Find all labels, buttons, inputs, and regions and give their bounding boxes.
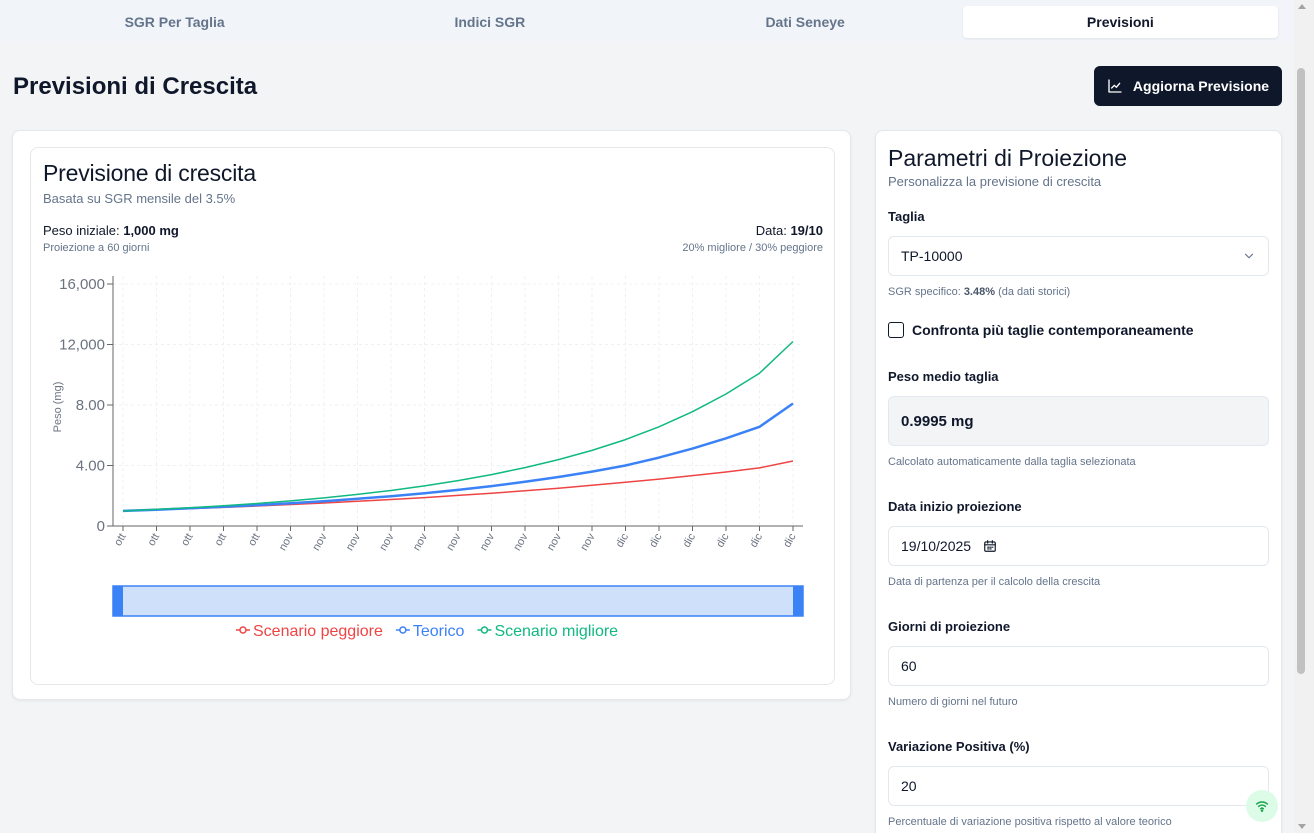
y-axis-label: Peso (mg) [52,382,64,433]
tab-indici-sgr[interactable]: Indici SGR [332,6,647,38]
taglia-select[interactable]: TP-10000 [888,236,1269,276]
compare-sizes-row[interactable]: Confronta più taglie contemporaneamente [888,322,1194,338]
wifi-icon [1255,801,1269,812]
data-inizio-input[interactable]: 19/10/2025 [888,526,1269,566]
chevron-down-icon [1244,253,1254,259]
y-tick-label: 0 [97,518,105,535]
sgr-suffix: (da dati storici) [995,286,1071,298]
x-tick-label: nov [411,531,431,553]
sgr-prefix: SGR specifico: [888,286,964,298]
giorni-help: Numero di giorni nel futuro [888,696,1018,708]
params-subtitle: Personalizza la previsione di crescita [888,174,1102,189]
legend-swatch-dot [239,626,247,634]
y-tick-label: 12,000 [59,337,105,354]
forecast-card: Previsione di crescita Basata su SGR men… [12,130,851,700]
x-tick-label: nov [511,531,531,553]
line-chart-icon [1108,79,1122,93]
page-title: Previsioni di Crescita [13,73,258,100]
x-tick-label: ott [146,532,163,549]
peso-medio-field: 0.9995 mg [888,396,1269,446]
data-inizio-label: Data inizio proiezione [888,499,1022,514]
x-tick-label: nov [478,531,498,553]
taglia-label: Taglia [888,209,925,224]
scroll-down-arrow-icon[interactable] [1298,824,1306,829]
connection-status-badge[interactable] [1246,790,1278,822]
tab-sgr-per-taglia[interactable]: SGR Per Taglia [17,6,332,38]
x-tick-label: dic [748,531,766,550]
scroll-thumb[interactable] [1297,68,1305,674]
x-tick-label: nov [310,531,330,553]
y-tick-label: 16,000 [59,276,105,293]
params-title: Parametri di Proiezione [888,145,1128,171]
x-tick-label: dic [681,531,699,550]
growth-line-chart: 04.008.0012,00016,000Peso (mg)ott ott ott o… [52,276,804,640]
scroll-up-arrow-icon[interactable] [1298,4,1306,9]
x-tick-label: dic [714,531,732,550]
zoom-brush-handle-right[interactable] [793,586,803,616]
x-tick-label: dic [614,531,632,550]
x-tick-label: nov [444,531,464,553]
variazione-input[interactable]: 20 [888,766,1269,806]
x-tick-label: nov [277,531,297,553]
y-tick-label: 4.00 [76,458,105,475]
page-scrollbar[interactable] [1294,0,1314,833]
giorni-input[interactable]: 60 [888,646,1269,686]
x-tick-label: nov [545,531,565,553]
taglia-value: TP-10000 [901,248,963,264]
data-inizio-value: 19/10/2025 [901,538,972,554]
x-tick-label: nov [578,531,598,553]
calendar-icon[interactable] [983,539,997,553]
tab-bar: SGR Per Taglia Indici SGR Dati Seneye Pr… [0,0,1294,42]
x-tick-label: nov [344,531,364,553]
x-tick-label: ott [112,532,129,549]
x-tick-label: dic [647,531,665,550]
x-tick-label: ott [213,532,230,549]
variazione-label: Variazione Positiva (%) [888,739,1030,754]
peso-medio-help: Calcolato automaticamente dalla taglia s… [888,456,1136,468]
legend-item-0: Scenario peggiore [253,623,383,640]
legend-swatch-dot [399,626,407,634]
refresh-forecast-label: Aggiorna Previsione [1132,78,1270,94]
compare-sizes-checkbox[interactable] [888,322,904,338]
compare-sizes-label: Confronta più taglie contemporaneamente [912,322,1194,338]
data-inizio-help: Data di partenza per il calcolo della cr… [888,576,1101,588]
forecast-chart-panel: Previsione di crescita Basata su SGR men… [30,147,835,685]
x-tick-label: ott [179,532,196,549]
tab-previsioni[interactable]: Previsioni [962,6,1278,38]
refresh-forecast-button[interactable]: Aggiorna Previsione [1094,66,1282,106]
x-tick-label: nov [377,531,397,553]
zoom-brush[interactable] [112,585,804,617]
legend-item-2: Scenario migliore [494,623,618,640]
tab-dati-seneye[interactable]: Dati Seneye [648,6,963,38]
sgr-value: 3.48% [963,286,996,298]
legend-item-1: Teorico [413,623,465,640]
variazione-help: Percentuale di variazione positiva rispe… [888,816,1172,828]
projection-params-card: Parametri di Proiezione Personalizza la … [875,130,1282,833]
legend-swatch-dot [480,626,489,634]
x-tick-label: dic [781,531,799,550]
giorni-label: Giorni di proiezione [888,619,1011,634]
y-tick-label: 8.00 [76,397,105,414]
peso-medio-label: Peso medio taglia [888,369,999,384]
zoom-brush-handle-left[interactable] [113,586,123,616]
x-tick-label: ott [246,532,263,549]
sgr-specific-text: SGR specifico: 3.48% (da dati storici) [888,286,1070,298]
